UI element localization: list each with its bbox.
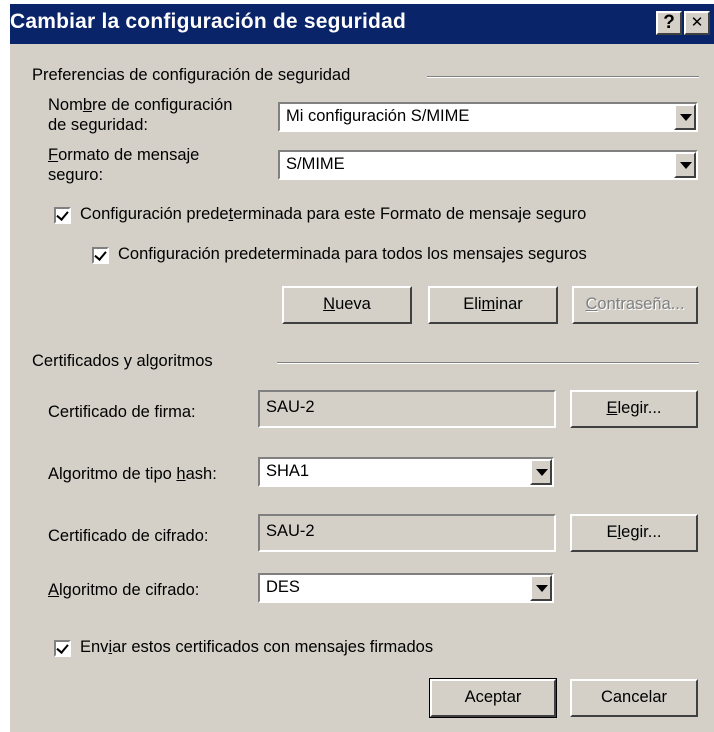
close-button[interactable]: ✕ (684, 11, 710, 35)
new-button[interactable]: Nueva (282, 286, 412, 324)
chevron-down-icon[interactable] (530, 575, 552, 601)
encryption-algorithm-value: DES (266, 578, 300, 596)
signing-cert-field: SAU-2 (258, 390, 556, 428)
chevron-down-icon[interactable] (674, 152, 696, 178)
default-format-label: Configuración predeterminada para este F… (80, 205, 587, 223)
prefs-group-divider (427, 76, 699, 78)
security-settings-dialog: Cambiar la configuración de seguridad ? … (10, 4, 714, 732)
chevron-down-icon[interactable] (674, 104, 696, 130)
send-certs-label: Enviar estos certificados con mensajes f… (80, 638, 434, 656)
message-format-value: S/MIME (286, 155, 345, 173)
message-format-label: Formato de mensaje (48, 146, 200, 164)
config-name-label: Nombre de configuración (48, 96, 233, 114)
title-bar: Cambiar la configuración de seguridad ? … (10, 4, 714, 44)
prefs-group-label: Preferencias de configuración de segurid… (32, 66, 351, 84)
signing-cert-label: Certificado de firma: (48, 403, 196, 421)
encryption-cert-value: SAU-2 (266, 522, 315, 540)
hash-algorithm-label: Algoritmo de tipo hash: (48, 465, 217, 483)
default-all-checkbox[interactable] (92, 247, 109, 264)
hash-algorithm-dropdown[interactable]: SHA1 (258, 457, 554, 487)
config-name-dropdown[interactable]: Mi configuración S/MIME (278, 102, 698, 132)
window-title: Cambiar la configuración de seguridad (10, 10, 406, 33)
signing-cert-value: SAU-2 (266, 398, 315, 416)
help-button[interactable]: ? (656, 11, 682, 35)
certs-group-divider (277, 362, 699, 364)
config-name-value: Mi configuración S/MIME (286, 107, 470, 125)
message-format-label-line2: seguro: (48, 166, 104, 184)
message-format-dropdown[interactable]: S/MIME (278, 150, 698, 180)
cancel-button[interactable]: Cancelar (570, 679, 698, 717)
password-button[interactable]: Contraseña... (572, 286, 698, 324)
ok-button[interactable]: Aceptar (429, 678, 557, 718)
delete-button[interactable]: Eliminar (428, 286, 558, 324)
default-all-label: Configuración predeterminada para todos … (118, 245, 587, 263)
choose-encryption-cert-button[interactable]: Elegir... (570, 514, 698, 552)
encryption-algorithm-label: Algoritmo de cifrado: (48, 581, 200, 599)
encryption-cert-field: SAU-2 (258, 514, 556, 552)
certs-group-label: Certificados y algoritmos (32, 352, 213, 370)
hash-algorithm-value: SHA1 (266, 462, 310, 480)
encryption-algorithm-dropdown[interactable]: DES (258, 573, 554, 603)
config-name-label-line2: de seguridad: (48, 116, 148, 134)
chevron-down-icon[interactable] (530, 459, 552, 485)
send-certs-checkbox[interactable] (54, 640, 71, 657)
default-format-checkbox[interactable] (54, 207, 71, 224)
encryption-cert-label: Certificado de cifrado: (48, 527, 209, 545)
choose-signing-cert-button[interactable]: Elegir... (570, 390, 698, 428)
